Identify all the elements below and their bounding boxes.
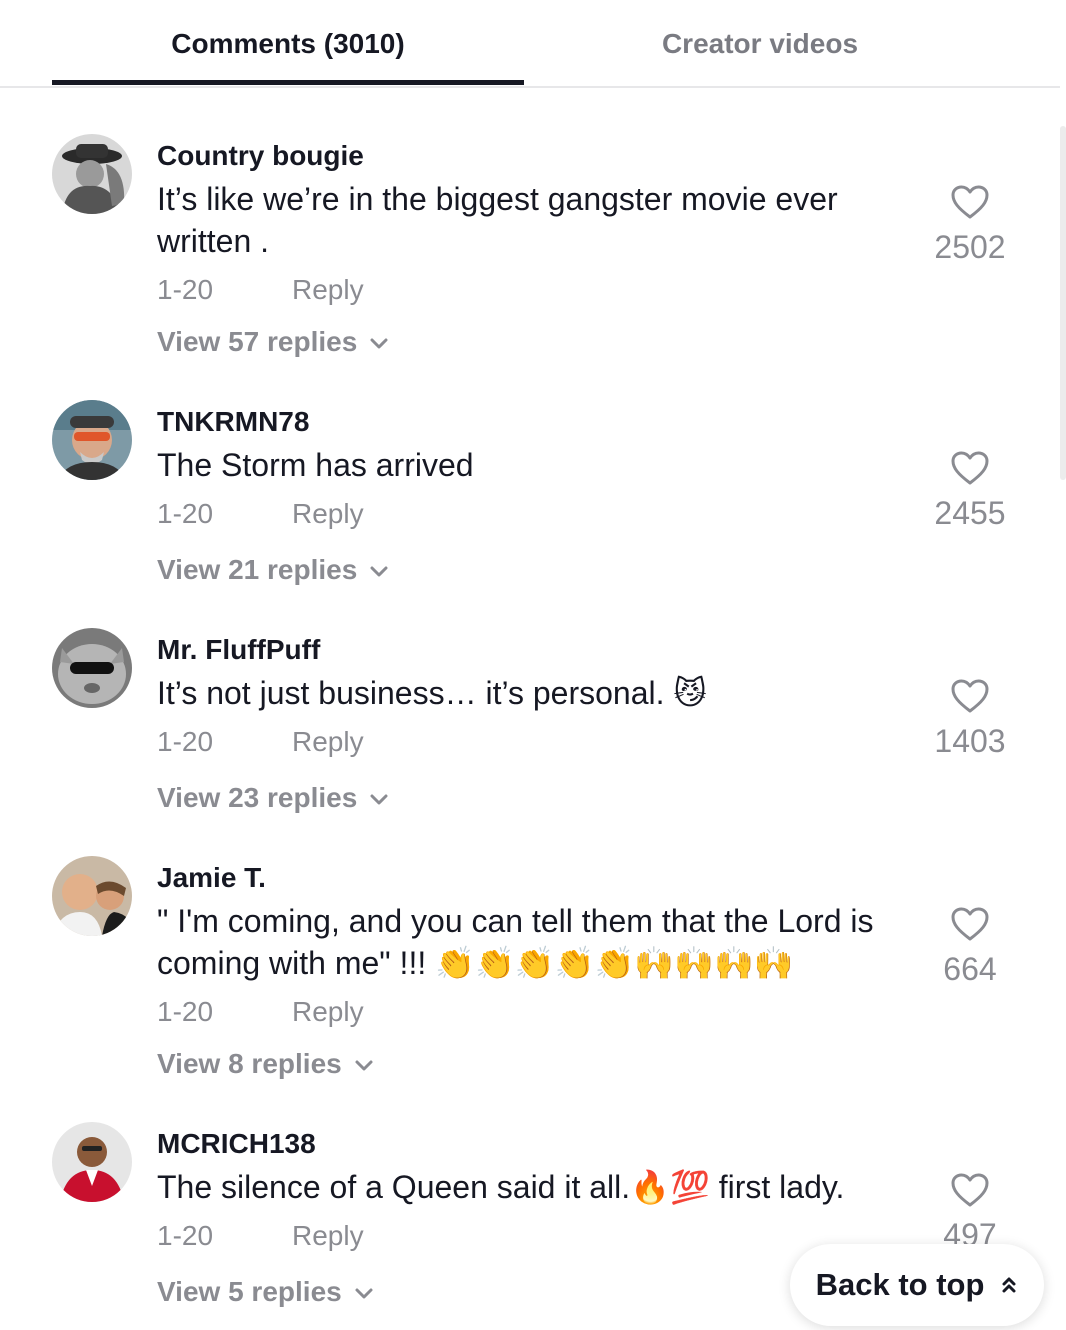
chevron-down-icon [369, 326, 389, 358]
comment-date: 1-20 [157, 1220, 214, 1251]
chevron-down-icon [369, 554, 389, 586]
like-button[interactable]: 2502 [920, 184, 1020, 266]
scrollbar[interactable] [1060, 126, 1066, 480]
comment-username[interactable]: MCRICH138 [157, 1128, 316, 1160]
like-button[interactable]: 2455 [920, 450, 1020, 532]
double-chevron-up-icon [1000, 1267, 1018, 1303]
chevron-down-icon [354, 1276, 374, 1308]
comment-date: 1-20 [157, 726, 214, 757]
heart-outline-icon [920, 1172, 1020, 1213]
comment-username[interactable]: Jamie T. [157, 862, 266, 894]
view-replies-label: View 8 replies [157, 1048, 342, 1079]
back-to-top-button[interactable]: Back to top [790, 1244, 1044, 1326]
reply-button[interactable]: Reply [292, 1220, 364, 1252]
comment-username[interactable]: Mr. FluffPuff [157, 634, 320, 666]
comment-username[interactable]: TNKRMN78 [157, 406, 309, 438]
like-button[interactable]: 1403 [920, 678, 1020, 760]
like-count: 2502 [934, 229, 1006, 265]
view-replies-label: View 21 replies [157, 554, 358, 585]
reply-button[interactable]: Reply [292, 726, 364, 758]
comment-text: It’s like we’re in the biggest gangster … [157, 181, 838, 259]
avatar[interactable] [52, 856, 132, 936]
comment-date: 1-20 [157, 996, 214, 1027]
heart-outline-icon [920, 184, 1020, 225]
comments-tabs: Comments (3010) Creator videos [0, 0, 1060, 88]
comment-text: " I'm coming, and you can tell them that… [157, 903, 874, 981]
chevron-down-icon [354, 1048, 374, 1080]
tab-comments[interactable]: Comments (3010) [52, 28, 524, 60]
comment-username[interactable]: Country bougie [157, 140, 364, 172]
view-replies-button[interactable]: View 5 replies [157, 1276, 374, 1308]
comment-meta: 1-20 Reply [157, 1220, 364, 1252]
comment-meta: 1-20 Reply [157, 726, 364, 758]
tab-creator-videos[interactable]: Creator videos [524, 28, 996, 60]
reply-button[interactable]: Reply [292, 498, 364, 530]
active-tab-indicator [52, 80, 524, 85]
comment-meta: 1-20 Reply [157, 498, 364, 530]
comment-text: The Storm has arrived [157, 447, 474, 483]
avatar[interactable] [52, 628, 132, 708]
like-button[interactable]: 664 [920, 906, 1020, 988]
like-button[interactable]: 497 [920, 1172, 1020, 1254]
view-replies-button[interactable]: View 8 replies [157, 1048, 374, 1080]
comment-date: 1-20 [157, 498, 214, 529]
comment-meta: 1-20 Reply [157, 274, 364, 306]
comment-meta: 1-20 Reply [157, 996, 364, 1028]
comment-date: 1-20 [157, 274, 214, 305]
back-to-top-label: Back to top [815, 1267, 985, 1302]
comment-text: It’s not just business… it’s personal. 😼 [157, 675, 707, 711]
like-count: 664 [943, 951, 997, 987]
like-count: 1403 [934, 723, 1006, 759]
reply-button[interactable]: Reply [292, 996, 364, 1028]
heart-outline-icon [920, 450, 1020, 491]
view-replies-button[interactable]: View 23 replies [157, 782, 389, 814]
view-replies-label: View 5 replies [157, 1276, 342, 1307]
avatar[interactable] [52, 400, 132, 480]
reply-button[interactable]: Reply [292, 274, 364, 306]
heart-outline-icon [920, 906, 1020, 947]
avatar[interactable] [52, 134, 132, 214]
view-replies-label: View 57 replies [157, 326, 358, 357]
heart-outline-icon [920, 678, 1020, 719]
avatar[interactable] [52, 1122, 132, 1202]
view-replies-button[interactable]: View 57 replies [157, 326, 389, 358]
comment-text: The silence of a Queen said it all.🔥💯 fi… [157, 1169, 845, 1205]
like-count: 2455 [934, 495, 1006, 531]
chevron-down-icon [369, 782, 389, 814]
view-replies-label: View 23 replies [157, 782, 358, 813]
view-replies-button[interactable]: View 21 replies [157, 554, 389, 586]
